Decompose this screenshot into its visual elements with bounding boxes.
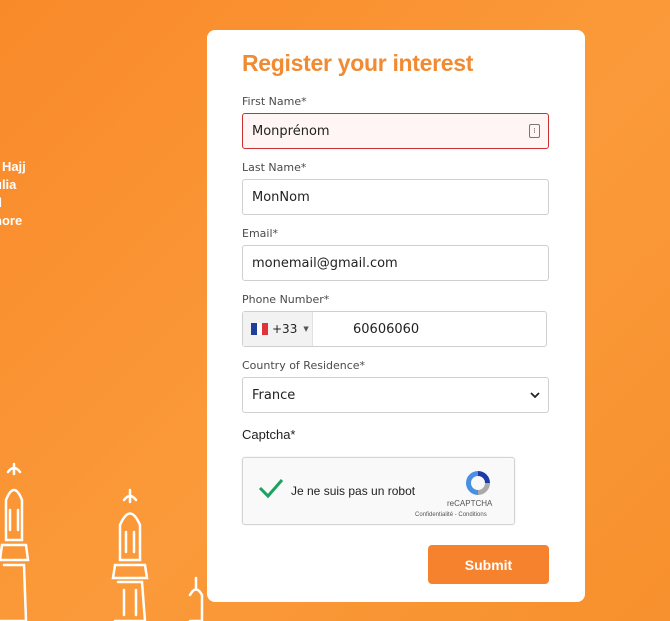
france-flag-icon (251, 323, 269, 335)
recaptcha-brand: reCAPTCHA (447, 499, 493, 508)
form-title: Register your interest (242, 50, 474, 76)
country-code-dropdown[interactable]: +33 ▼ (243, 312, 313, 346)
email-label: Email* (242, 227, 279, 240)
register-card: Register your interest First Name* Monpr… (207, 30, 585, 602)
phone-value: 60606060 (353, 321, 420, 337)
phone-field[interactable]: +33 ▼ 60606060 (242, 311, 547, 347)
contact-card-icon[interactable]: ⁞ (529, 124, 540, 138)
last-name-value: MonNom (252, 189, 310, 205)
background-text-line: d (0, 194, 26, 212)
background-text: f Hajj ulia d nore (0, 158, 26, 230)
captcha-text: Je ne suis pas un robot (291, 484, 416, 498)
checkmark-icon[interactable] (257, 476, 285, 500)
email-value: monemail@gmail.com (252, 255, 398, 271)
first-name-field[interactable]: Monprénom ⁞ (242, 113, 549, 149)
recaptcha-logo-icon (466, 471, 490, 495)
last-name-field[interactable]: MonNom (242, 179, 549, 215)
first-name-value: Monprénom (252, 123, 330, 139)
background-text-line: ulia (0, 177, 17, 192)
chevron-down-icon (530, 392, 540, 399)
minaret-illustration (0, 462, 204, 621)
country-code: +33 (272, 322, 298, 336)
country-selected: France (252, 387, 296, 403)
submit-button[interactable]: Submit (428, 545, 549, 584)
email-field[interactable]: monemail@gmail.com (242, 245, 549, 281)
country-label: Country of Residence* (242, 359, 366, 372)
chevron-down-icon: ▼ (303, 325, 309, 333)
last-name-label: Last Name* (242, 161, 307, 174)
background-text-line: f Hajj (0, 159, 26, 174)
country-select[interactable]: France (242, 377, 549, 413)
recaptcha-widget[interactable]: Je ne suis pas un robot reCAPTCHA Confid… (242, 457, 515, 525)
first-name-label: First Name* (242, 95, 307, 108)
background-text-line: nore (0, 213, 23, 228)
recaptcha-links[interactable]: Confidentialité - Conditions (415, 512, 487, 518)
captcha-label: Captcha* (242, 427, 296, 442)
phone-label: Phone Number* (242, 293, 330, 306)
